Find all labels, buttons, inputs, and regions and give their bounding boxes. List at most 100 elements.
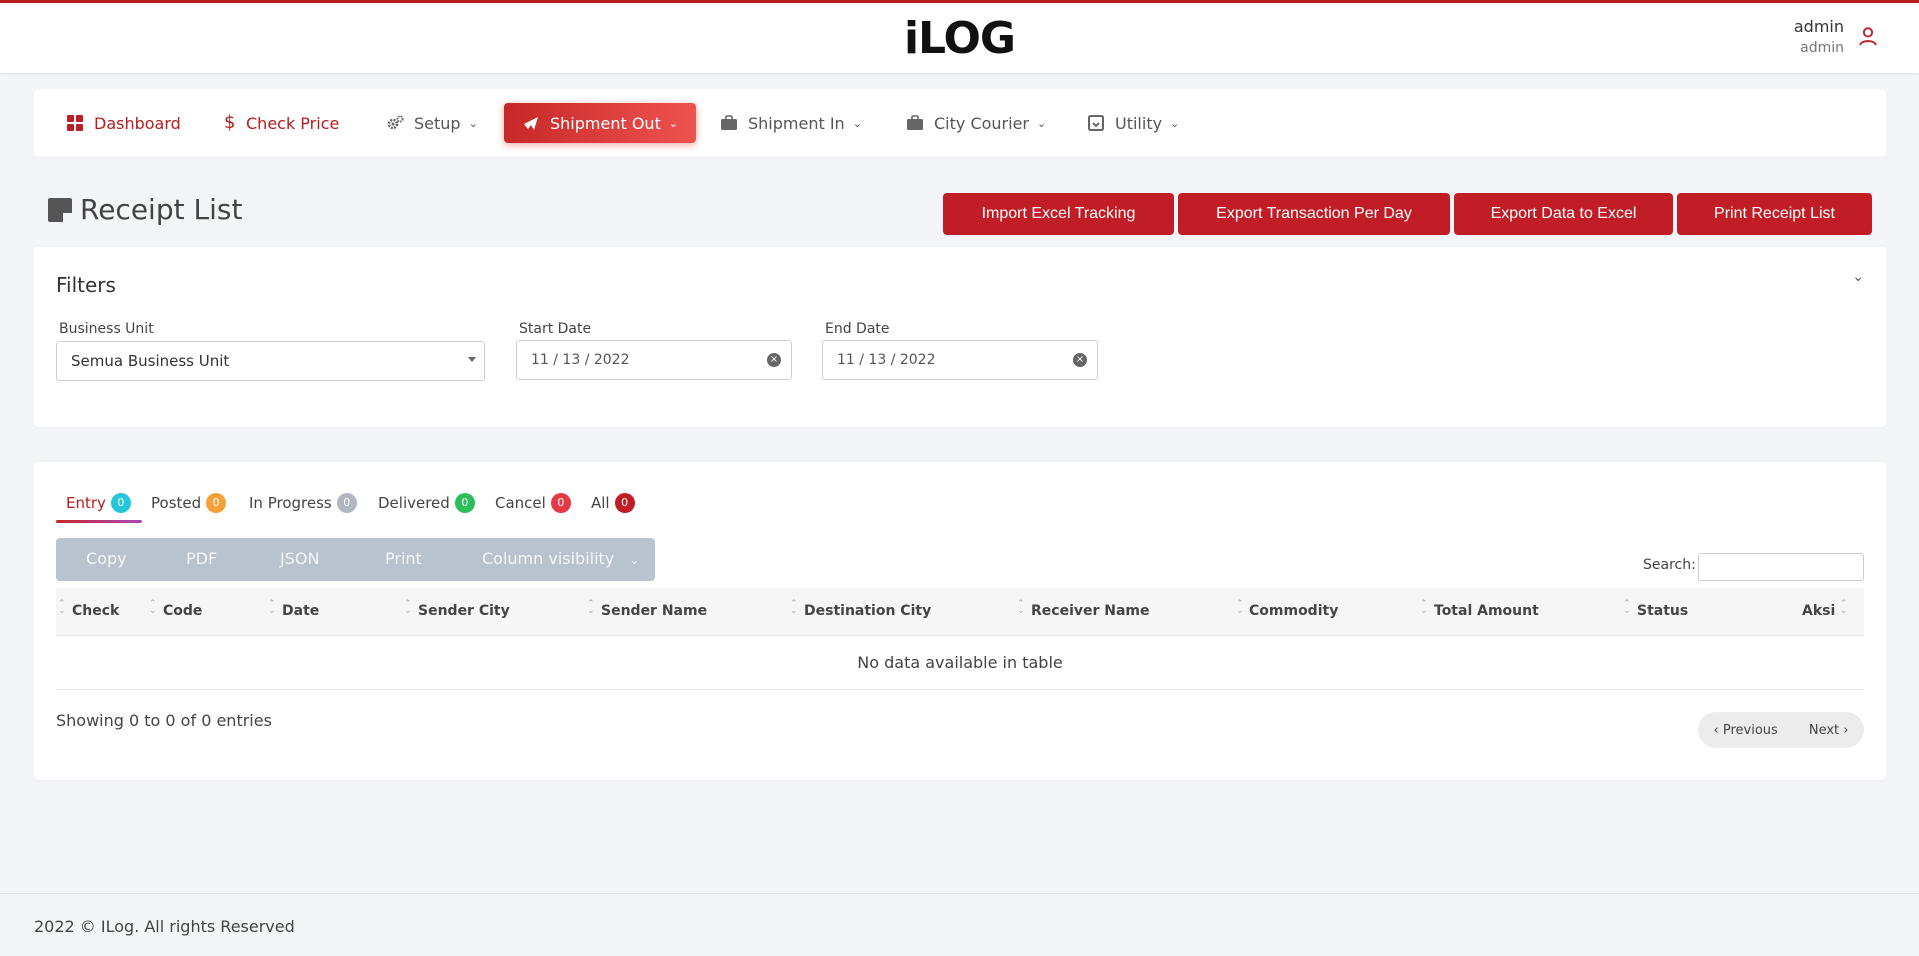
main-nav: Dashboard $ Check Price Setup ⌄ Shipment… bbox=[34, 89, 1886, 157]
footer: 2022 © ILog. All rights Reserved bbox=[0, 893, 1919, 956]
briefcase-icon bbox=[721, 115, 737, 130]
business-unit-select[interactable]: Semua Business Unit bbox=[56, 341, 485, 381]
tab-entry-label: Entry bbox=[66, 494, 106, 512]
sort-icon: ⌃ ⌄ bbox=[58, 599, 66, 616]
tab-in-progress[interactable]: In Progress 0 bbox=[249, 493, 357, 513]
copy-button[interactable]: Copy bbox=[86, 549, 127, 568]
tab-in-progress-count: 0 bbox=[336, 493, 357, 513]
tab-posted-count: 0 bbox=[206, 493, 227, 513]
col-code[interactable]: Code bbox=[163, 603, 202, 619]
tab-delivered[interactable]: Delivered 0 bbox=[378, 493, 475, 513]
briefcase-icon bbox=[907, 115, 923, 130]
sort-icon: ⌃ ⌄ bbox=[587, 599, 595, 616]
import-excel-tracking-button[interactable]: Import Excel Tracking bbox=[943, 193, 1174, 235]
col-sender-name[interactable]: Sender Name bbox=[601, 603, 707, 619]
tab-delivered-label: Delivered bbox=[378, 494, 450, 512]
sort-icon: ⌃ ⌄ bbox=[268, 599, 276, 616]
nav-check-price-label: Check Price bbox=[246, 113, 340, 133]
nav-utility-label: Utility bbox=[1115, 113, 1163, 133]
nav-dashboard-label: Dashboard bbox=[94, 113, 181, 133]
start-date-label: Start Date bbox=[519, 321, 592, 337]
col-commodity[interactable]: Commodity bbox=[1249, 603, 1338, 619]
tab-cancel[interactable]: Cancel 0 bbox=[495, 493, 571, 513]
sort-icon: ⌃ ⌄ bbox=[149, 599, 157, 616]
chevron-down-icon: ⌄ bbox=[1170, 116, 1180, 130]
nav-check-price[interactable]: $ Check Price bbox=[224, 103, 339, 143]
column-visibility-label: Column visibility bbox=[482, 549, 615, 568]
tab-entry[interactable]: Entry 0 bbox=[66, 493, 131, 513]
export-transaction-per-day-button[interactable]: Export Transaction Per Day bbox=[1178, 193, 1450, 235]
chevron-down-icon: ⌄ bbox=[852, 116, 862, 130]
clear-icon[interactable]: × bbox=[767, 353, 781, 367]
table-button-group: Copy PDF JSON Print Column visibility ⌄ bbox=[56, 538, 655, 581]
col-check[interactable]: Check bbox=[72, 603, 119, 619]
clear-icon[interactable]: × bbox=[1073, 353, 1087, 367]
user-info[interactable]: admin admin bbox=[1794, 17, 1844, 56]
tab-all-count: 0 bbox=[614, 493, 635, 513]
app-logo[interactable]: iLOG bbox=[0, 13, 1919, 64]
previous-page-button[interactable]: ‹ Previous bbox=[1714, 723, 1778, 738]
sort-icon: ⌃ ⌄ bbox=[790, 599, 798, 616]
nav-city-courier[interactable]: City Courier ⌄ bbox=[906, 103, 1046, 143]
end-date-label: End Date bbox=[825, 321, 890, 337]
user-role: admin bbox=[1800, 40, 1844, 56]
export-data-to-excel-button[interactable]: Export Data to Excel bbox=[1454, 193, 1673, 235]
col-destination-city[interactable]: Destination City bbox=[804, 603, 931, 619]
col-date[interactable]: Date bbox=[282, 603, 319, 619]
pdf-button[interactable]: PDF bbox=[186, 549, 217, 568]
plane-icon bbox=[524, 117, 538, 130]
col-aksi[interactable]: Aksi bbox=[1802, 603, 1835, 619]
print-button[interactable]: Print bbox=[385, 549, 422, 568]
col-receiver-name[interactable]: Receiver Name bbox=[1031, 603, 1150, 619]
next-page-button[interactable]: Next › bbox=[1809, 723, 1849, 738]
dollar-icon: $ bbox=[224, 112, 236, 133]
json-button[interactable]: JSON bbox=[280, 549, 319, 568]
user-icon[interactable] bbox=[1857, 25, 1879, 47]
page-title-text: Receipt List bbox=[80, 193, 243, 226]
column-visibility-button[interactable]: Column visibility ⌄ bbox=[482, 549, 639, 568]
sort-icon: ⌃ ⌄ bbox=[1623, 599, 1631, 616]
nav-shipment-out-label: Shipment Out bbox=[550, 113, 661, 133]
chevron-down-icon: ⌄ bbox=[1037, 116, 1047, 130]
sort-icon: ⌃ ⌄ bbox=[1236, 599, 1244, 616]
empty-table-message: No data available in table bbox=[56, 636, 1864, 690]
tab-all[interactable]: All 0 bbox=[591, 493, 635, 513]
tab-cancel-label: Cancel bbox=[495, 494, 546, 512]
table-header: ⌃ ⌄ Check ⌃ ⌄ Code ⌃ ⌄ Date ⌃ ⌄ Sender City … bbox=[56, 588, 1864, 636]
dashboard-icon bbox=[67, 115, 83, 131]
filters-title: Filters bbox=[56, 273, 116, 297]
col-status[interactable]: Status bbox=[1637, 603, 1688, 619]
gears-icon bbox=[387, 115, 404, 130]
caret-down-icon bbox=[468, 357, 476, 362]
top-bar: iLOG admin admin bbox=[0, 0, 1919, 73]
nav-dashboard[interactable]: Dashboard bbox=[66, 103, 181, 143]
nav-utility[interactable]: Utility ⌄ bbox=[1087, 103, 1179, 143]
archive-icon bbox=[1088, 115, 1104, 131]
table-info: Showing 0 to 0 of 0 entries bbox=[56, 711, 272, 730]
chevron-down-icon[interactable]: ⌄ bbox=[1852, 269, 1864, 285]
end-date-input[interactable]: 11 / 13 / 2022 × bbox=[822, 340, 1098, 380]
tab-posted-label: Posted bbox=[151, 494, 202, 512]
tab-all-label: All bbox=[591, 494, 610, 512]
user-name: admin bbox=[1793, 17, 1844, 36]
nav-setup[interactable]: Setup ⌄ bbox=[386, 103, 478, 143]
print-receipt-list-button[interactable]: Print Receipt List bbox=[1677, 193, 1872, 235]
footer-copyright: 2022 © ILog. All rights Reserved bbox=[34, 917, 295, 936]
col-sender-city[interactable]: Sender City bbox=[418, 603, 510, 619]
nav-shipment-in[interactable]: Shipment In ⌄ bbox=[720, 103, 862, 143]
nav-shipment-out[interactable]: Shipment Out ⌄ bbox=[504, 103, 697, 143]
search-label: Search: bbox=[1643, 557, 1696, 573]
search-input[interactable] bbox=[1698, 553, 1864, 581]
active-tab-indicator bbox=[56, 520, 142, 523]
note-icon bbox=[48, 197, 72, 222]
start-date-value: 11 / 13 / 2022 bbox=[531, 352, 630, 368]
start-date-input[interactable]: 11 / 13 / 2022 × bbox=[516, 340, 792, 380]
tab-cancel-count: 0 bbox=[550, 493, 571, 513]
end-date-value: 11 / 13 / 2022 bbox=[837, 352, 936, 368]
col-total-amount[interactable]: Total Amount bbox=[1434, 603, 1539, 619]
sort-icon: ⌃ ⌄ bbox=[1840, 599, 1848, 616]
chevron-down-icon: ⌄ bbox=[468, 116, 478, 130]
sort-icon: ⌃ ⌄ bbox=[1420, 599, 1428, 616]
pagination: ‹ Previous Next › bbox=[1698, 712, 1864, 748]
tab-posted[interactable]: Posted 0 bbox=[151, 493, 227, 513]
